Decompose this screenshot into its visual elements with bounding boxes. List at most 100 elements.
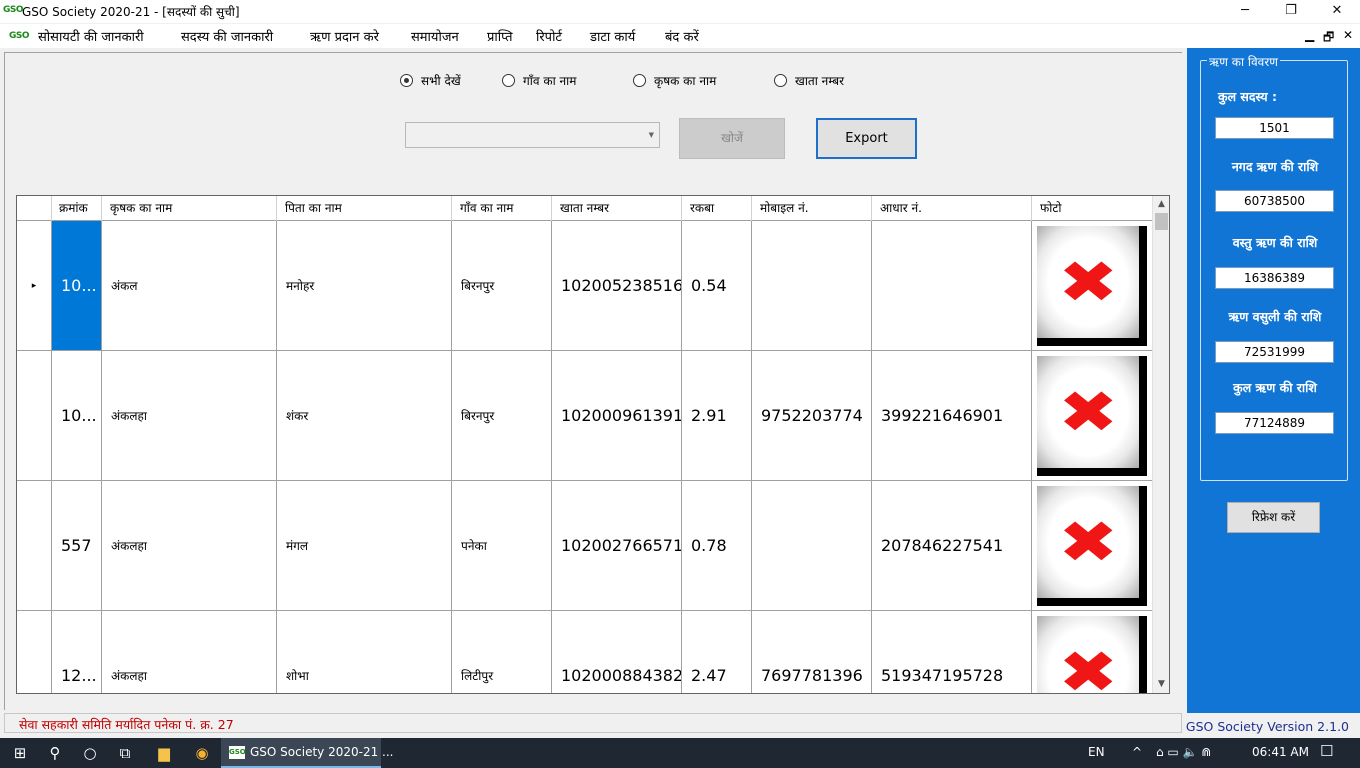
mdi-minimize-button[interactable]: ▁ xyxy=(1305,28,1314,42)
cell-village-name[interactable]: बिरनपुर xyxy=(452,221,552,350)
cell-father-name[interactable]: शोभा xyxy=(277,611,452,693)
table-row[interactable]: ▸ 10... अंकल मनोहर बिरनपुर 102005238516 … xyxy=(17,221,1153,351)
cell-account-number[interactable]: 102002766571 xyxy=(552,481,682,610)
windows-start-icon[interactable]: ⊞ xyxy=(8,742,32,764)
clock[interactable]: 06:41 AM xyxy=(1252,745,1309,759)
cell-mobile[interactable]: 7697781396 xyxy=(752,611,872,693)
col-village-name[interactable]: गाँव का नाम xyxy=(452,196,552,221)
scroll-down-icon[interactable]: ▼ xyxy=(1153,676,1169,693)
menu-member-info[interactable]: सदस्य की जानकारी xyxy=(181,27,273,45)
cell-area[interactable]: 2.47 xyxy=(682,611,752,693)
row-selector[interactable] xyxy=(17,611,52,693)
photo-thumbnail[interactable]: ✖ xyxy=(1037,486,1147,606)
col-serial[interactable]: क्रमांक xyxy=(52,196,102,221)
restore-button[interactable]: ❐ xyxy=(1268,0,1314,22)
cell-account-number[interactable]: 102000961391 xyxy=(552,351,682,480)
cell-village-name[interactable]: पनेका xyxy=(452,481,552,610)
cell-father-name[interactable]: मनोहर xyxy=(277,221,452,350)
search-button[interactable]: खोजें xyxy=(679,118,785,159)
tray-icons[interactable]: ⌂ ▭ 🔈 ⋒ xyxy=(1156,745,1211,759)
cell-father-name[interactable]: शंकर xyxy=(277,351,452,480)
col-area[interactable]: रकबा xyxy=(682,196,752,221)
cell-village-name[interactable]: लिटीपुर xyxy=(452,611,552,693)
cell-serial[interactable]: 10... xyxy=(52,221,102,350)
col-farmer-name[interactable]: कृषक का नाम xyxy=(102,196,277,221)
tray-overflow-icon[interactable]: ^ xyxy=(1132,745,1142,759)
col-mobile[interactable]: मोबाइल नं. xyxy=(752,196,872,221)
menu-give-loan[interactable]: ऋण प्रदान करे xyxy=(310,27,379,45)
menu-adjustment[interactable]: समायोजन xyxy=(411,27,459,45)
cell-serial[interactable]: 557 xyxy=(52,481,102,610)
photo-thumbnail[interactable]: ✖ xyxy=(1037,616,1147,693)
cell-father-name[interactable]: मंगल xyxy=(277,481,452,610)
mdi-restore-button[interactable]: 🗗 xyxy=(1323,28,1334,49)
loan-recovery-value[interactable]: 72531999 xyxy=(1215,341,1334,363)
cell-area[interactable]: 2.91 xyxy=(682,351,752,480)
total-loan-value[interactable]: 77124889 xyxy=(1215,412,1334,434)
refresh-button[interactable]: रिफ्रेश करें xyxy=(1227,502,1320,533)
cell-account-number[interactable]: 102000884382 xyxy=(552,611,682,693)
menu-receipt[interactable]: प्राप्ति xyxy=(487,27,513,45)
cell-farmer-name[interactable]: अंकलहा xyxy=(102,481,277,610)
task-view-icon[interactable]: ⧉ xyxy=(113,742,137,764)
notification-icon[interactable]: ☐ xyxy=(1320,742,1333,760)
radio-farmer-name[interactable]: कृषक का नाम xyxy=(633,72,716,88)
cell-serial[interactable]: 12... xyxy=(52,611,102,693)
grid-vertical-scrollbar[interactable]: ▲ ▼ xyxy=(1152,196,1169,693)
menu-report[interactable]: रिपोर्ट xyxy=(536,27,562,45)
cell-farmer-name[interactable]: अंकलहा xyxy=(102,351,277,480)
photo-thumbnail[interactable]: ✖ xyxy=(1037,226,1147,346)
cell-serial[interactable]: 10... xyxy=(52,351,102,480)
menu-close[interactable]: बंद करें xyxy=(665,27,699,45)
taskbar-app-gso[interactable]: GSO GSO Society 2020-21 ... xyxy=(221,738,393,768)
cell-village-name[interactable]: बिरनपुर xyxy=(452,351,552,480)
goods-loan-value[interactable]: 16386389 xyxy=(1215,267,1334,289)
radio-show-all[interactable]: सभी देखें xyxy=(400,72,461,88)
photo-thumbnail[interactable]: ✖ xyxy=(1037,356,1147,476)
close-button[interactable]: ✕ xyxy=(1314,0,1360,22)
menu-data-work[interactable]: डाटा कार्य xyxy=(590,27,635,45)
cell-aadhar[interactable]: 519347195728 xyxy=(872,611,1032,693)
app-logo-icon: GSO xyxy=(3,5,24,15)
file-explorer-icon[interactable]: ▆ xyxy=(152,742,176,764)
table-row[interactable]: 12... अंकलहा शोभा लिटीपुर 102000884382 2… xyxy=(17,611,1153,693)
minimize-button[interactable]: ─ xyxy=(1222,0,1268,22)
search-icon[interactable]: ⚲ xyxy=(43,742,67,764)
total-members-label: कुल सदस्य : xyxy=(1218,89,1277,104)
row-selector[interactable] xyxy=(17,351,52,480)
cortana-icon[interactable]: ○ xyxy=(78,742,102,764)
cell-aadhar[interactable] xyxy=(872,221,1032,350)
col-aadhar[interactable]: आधार नं. xyxy=(872,196,1032,221)
cell-aadhar[interactable]: 399221646901 xyxy=(872,351,1032,480)
cell-mobile[interactable]: 9752203774 xyxy=(752,351,872,480)
broken-image-icon: ✖ xyxy=(1057,248,1119,316)
menu-society-info[interactable]: सोसायटी की जानकारी xyxy=(38,27,144,45)
members-grid[interactable]: क्रमांक कृषक का नाम पिता का नाम गाँव का … xyxy=(16,195,1170,694)
cell-aadhar[interactable]: 207846227541 xyxy=(872,481,1032,610)
cell-farmer-name[interactable]: अंकल xyxy=(102,221,277,350)
cash-loan-value[interactable]: 60738500 xyxy=(1215,190,1334,212)
cell-area[interactable]: 0.78 xyxy=(682,481,752,610)
cell-farmer-name[interactable]: अंकलहा xyxy=(102,611,277,693)
scroll-up-icon[interactable]: ▲ xyxy=(1153,196,1169,213)
cell-mobile[interactable] xyxy=(752,481,872,610)
cell-mobile[interactable] xyxy=(752,221,872,350)
col-father-name[interactable]: पिता का नाम xyxy=(277,196,452,221)
row-selector[interactable] xyxy=(17,481,52,610)
col-account-number[interactable]: खाता नम्बर xyxy=(552,196,682,221)
total-members-value[interactable]: 1501 xyxy=(1215,117,1334,139)
row-selector-icon[interactable]: ▸ xyxy=(17,221,52,350)
cell-area[interactable]: 0.54 xyxy=(682,221,752,350)
chrome-icon[interactable]: ◉ xyxy=(190,742,214,764)
radio-account-number[interactable]: खाता नम्बर xyxy=(774,72,844,88)
table-row[interactable]: 10... अंकलहा शंकर बिरनपुर 102000961391 2… xyxy=(17,351,1153,481)
col-photo[interactable]: फोटो xyxy=(1032,196,1153,221)
mdi-close-button[interactable]: ✕ xyxy=(1343,28,1353,42)
cell-account-number[interactable]: 102005238516 xyxy=(552,221,682,350)
table-row[interactable]: 557 अंकलहा मंगल पनेका 102002766571 0.78 … xyxy=(17,481,1153,611)
scroll-thumb[interactable] xyxy=(1155,213,1168,230)
language-indicator[interactable]: EN xyxy=(1088,745,1105,759)
export-button[interactable]: Export xyxy=(816,118,917,159)
search-combo[interactable]: ▼ xyxy=(405,122,660,148)
radio-village-name[interactable]: गाँव का नाम xyxy=(502,72,576,88)
